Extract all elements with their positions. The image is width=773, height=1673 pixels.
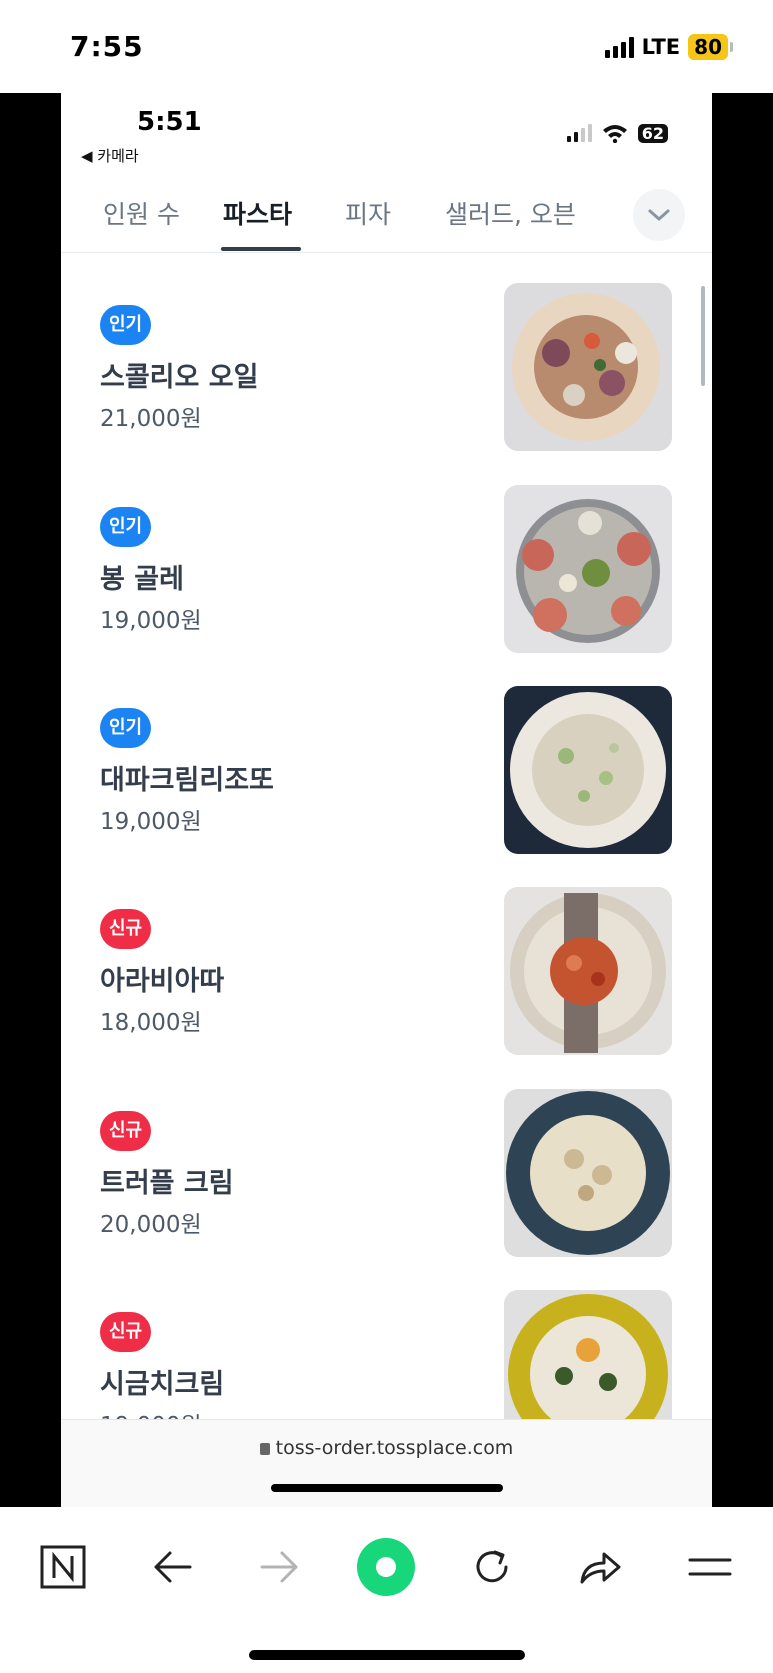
menu-item[interactable]: 인기 봉 골레 19,000원: [61, 485, 712, 653]
naver-home-button[interactable]: [33, 1537, 93, 1597]
menu-item-name: 스콜리오 오일: [100, 362, 259, 393]
menu-item-photo: [504, 1089, 672, 1257]
wifi-icon: [602, 125, 627, 143]
inner-battery-level: 62: [637, 123, 668, 143]
menu-item-price: 21,000원: [100, 406, 202, 432]
menu-item-name: 트러플 크림: [100, 1168, 234, 1199]
outer-status-icons: LTE 80: [604, 34, 733, 60]
new-badge: 신규: [100, 909, 152, 949]
green-dot-button[interactable]: [356, 1537, 416, 1597]
lock-icon: [259, 1443, 270, 1455]
new-badge: 신규: [100, 1111, 152, 1151]
battery-tip-icon: [730, 42, 733, 52]
menu-item-name: 대파크림리조또: [100, 765, 274, 796]
outer-clock: 7:55: [70, 30, 144, 63]
tab-salad-oven[interactable]: 샐러드, 오븐: [445, 195, 576, 231]
inner-clock: 5:51: [137, 107, 202, 137]
share-icon: [580, 1552, 621, 1584]
menu-item[interactable]: 인기 대파크림리조또 19,000원: [61, 686, 712, 854]
menu-item-photo: [504, 283, 672, 451]
battery-level: 80: [688, 34, 728, 60]
popular-badge: 인기: [100, 507, 152, 547]
new-badge: 신규: [100, 1312, 152, 1352]
menu-item[interactable]: 인기 스콜리오 오일 21,000원: [61, 283, 712, 451]
popular-badge: 인기: [100, 708, 152, 748]
menu-item-price: 19,000원: [100, 809, 202, 835]
address-bar[interactable]: toss-order.tossplace.com: [61, 1419, 712, 1507]
home-indicator: [249, 1650, 525, 1660]
tab-people-count[interactable]: 인원 수: [103, 195, 180, 231]
cellular-signal-icon: [604, 36, 634, 58]
letterbox-left: [0, 93, 61, 1507]
menu-item-photo: [504, 686, 672, 854]
menu-item[interactable]: 신규 아라비아따 18,000원: [61, 887, 712, 1055]
reload-icon: [476, 1550, 508, 1583]
tab-pasta[interactable]: 파스타: [223, 195, 292, 231]
active-tab-indicator: [221, 247, 301, 251]
forward-arrow-icon: [260, 1551, 298, 1583]
back-button[interactable]: [142, 1537, 202, 1597]
menu-item-price: 18,000원: [100, 1010, 202, 1036]
network-type: LTE: [641, 35, 681, 59]
inner-status-icons: 62: [566, 123, 668, 143]
menu-item-name: 아라비아따: [100, 966, 225, 997]
menu-button[interactable]: [680, 1537, 740, 1597]
category-tabs: 인원 수 파스타 피자 샐러드, 오븐: [61, 181, 712, 253]
share-button[interactable]: [570, 1537, 630, 1597]
back-arrow-icon: [154, 1551, 192, 1583]
menu-item-photo: [504, 485, 672, 653]
url-text-row: toss-order.tossplace.com: [61, 1437, 712, 1459]
menu-item-name: 시금치크림: [100, 1369, 225, 1400]
inner-signal-icon: [566, 124, 592, 142]
expand-categories-button[interactable]: [633, 189, 685, 241]
menu-item-price: 19,000원: [100, 608, 202, 634]
popular-badge: 인기: [100, 305, 152, 345]
menu-item[interactable]: 신규 트러플 크림 20,000원: [61, 1089, 712, 1257]
outer-status-bar: 7:55 LTE 80: [0, 0, 773, 93]
home-circle-icon: [357, 1538, 415, 1596]
chevron-down-icon: [648, 209, 670, 221]
letterbox-right: [712, 93, 773, 1507]
url-text: toss-order.tossplace.com: [275, 1437, 514, 1459]
browser-toolbar: [0, 1507, 773, 1673]
embedded-screen: 5:51 ◀ 카메라 62 인원 수 파스타 피자 샐러드, 오븐 인기 스콜리…: [61, 93, 712, 1507]
menu-item-photo: [504, 887, 672, 1055]
forward-button[interactable]: [250, 1537, 310, 1597]
menu-icon: [688, 1558, 732, 1576]
back-to-camera-link[interactable]: ◀ 카메라: [81, 145, 139, 166]
menu-item-name: 봉 골레: [100, 564, 184, 595]
reload-button[interactable]: [462, 1537, 522, 1597]
naver-logo-icon: [40, 1545, 86, 1589]
tab-pizza[interactable]: 피자: [345, 195, 391, 231]
menu-item-price: 20,000원: [100, 1212, 202, 1238]
inner-home-indicator: [271, 1484, 503, 1492]
